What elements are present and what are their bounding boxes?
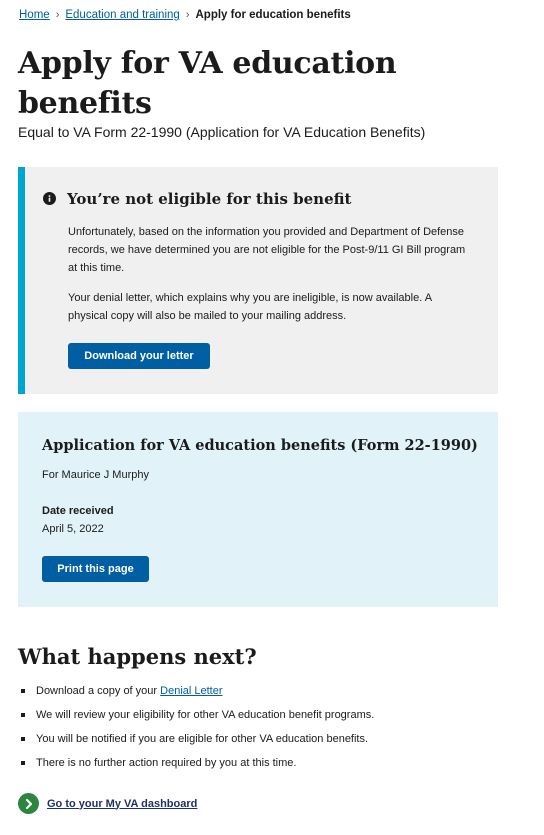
alert-heading: You’re not eligible for this benefit [67,190,352,208]
list-item-text: You will be notified if you are eligible… [36,733,369,745]
bullet-icon [21,689,25,693]
page-subtitle: Equal to VA Form 22-1990 (Application fo… [18,124,426,140]
bullet-icon [21,761,25,765]
breadcrumb-home-link[interactable]: Home [19,9,50,21]
what-happens-next-heading: What happens next? [18,644,257,669]
summary-heading: Application for VA education benefits (F… [42,437,478,454]
breadcrumb-current: Apply for education benefits [195,9,351,21]
alert-paragraph-letter: Your denial letter, which explains why y… [68,292,432,322]
list-item: There is no further action required by y… [18,755,374,779]
bullet-icon [21,737,25,741]
alert-paragraph-ineligible: Unfortunately, based on the information … [68,226,466,274]
chevron-right-icon [25,798,32,809]
list-item: You will be notified if you are eligible… [18,731,374,755]
list-item: We will review your eligibility for othe… [18,707,374,731]
list-item-text: There is no further action required by y… [36,757,297,769]
list-item: Download a copy of your Denial Letter [18,683,374,707]
breadcrumb-education-link[interactable]: Education and training [65,9,179,21]
date-received-value: April 5, 2022 [42,523,104,535]
list-item-text: We will review your eligibility for othe… [36,709,375,721]
info-icon [43,192,56,205]
list-item-text: Download a copy of your [36,685,161,697]
next-steps-list: Download a copy of your Denial Letter We… [18,683,374,779]
breadcrumb: Home › Education and training › Apply fo… [19,9,351,21]
download-letter-button[interactable]: Download your letter [68,343,210,369]
denial-letter-link[interactable]: Denial Letter [160,685,222,697]
bullet-icon [21,713,25,717]
chevron-right-circle-icon [18,793,39,814]
applicant-name: For Maurice J Murphy [42,469,149,481]
date-received-label: Date received [42,505,114,517]
breadcrumb-separator-icon: › [185,9,190,21]
dashboard-link-label: Go to your My VA dashboard [47,797,198,810]
page-title: Apply for VA education benefits [18,46,397,121]
breadcrumb-separator-icon: › [55,9,60,21]
application-summary-box: Application for VA education benefits (F… [18,412,498,607]
my-va-dashboard-link[interactable]: Go to your My VA dashboard [18,793,197,814]
ineligible-alert: You’re not eligible for this benefit Unf… [18,167,498,394]
print-page-button[interactable]: Print this page [42,556,149,582]
